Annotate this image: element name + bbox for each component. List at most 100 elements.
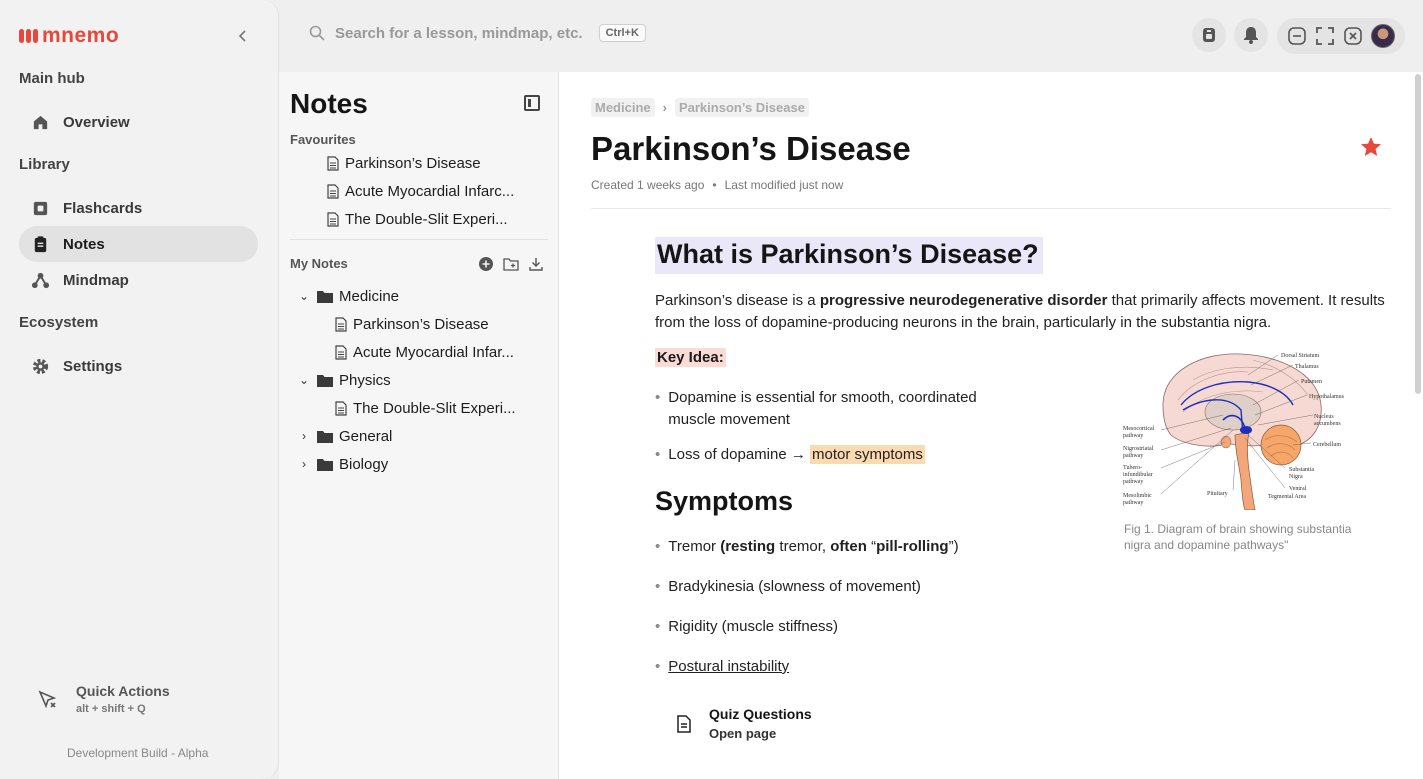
label-mesolimbic: Mesolimbic (1123, 493, 1152, 499)
chevron-down-icon[interactable]: ⌄ (297, 289, 311, 303)
notifications-button[interactable] (1234, 18, 1268, 52)
list-item[interactable]: • Postural instability (655, 656, 789, 678)
favourite-item[interactable]: The Double-Slit Experi... (327, 205, 527, 233)
intro-paragraph[interactable]: Parkinson’s disease is a progressive neu… (655, 290, 1385, 334)
favourite-item[interactable]: Parkinson’s Disease (327, 149, 527, 177)
chevron-right-icon[interactable]: › (297, 457, 311, 471)
my-notes-label: My Notes (290, 256, 348, 271)
close-icon[interactable] (1343, 26, 1363, 46)
document-view: Medicine › Parkinson’s Disease Parkinson… (559, 72, 1423, 779)
my-notes-actions (478, 256, 544, 272)
text-run: tremor, (775, 538, 831, 555)
search-input[interactable]: Search for a lesson, mindmap, etc. (335, 25, 583, 42)
search-bar[interactable]: Search for a lesson, mindmap, etc. Ctrl+… (309, 24, 646, 42)
fullscreen-icon[interactable] (1315, 26, 1335, 46)
note-item[interactable]: Acute Myocardial Infar... (335, 338, 535, 366)
quick-actions[interactable]: Quick Actions alt + shift + Q (36, 683, 170, 715)
section-ecosystem: Ecosystem (19, 314, 99, 331)
sidebar-item-label: Settings (63, 357, 123, 375)
heading-symptoms[interactable]: Symptoms (655, 486, 793, 517)
brain-diagram-figure[interactable]: Dorsal Striatum Thalamus Putamen Hypotha… (1123, 350, 1359, 510)
text-run: “ (866, 538, 877, 555)
minimize-icon[interactable] (1287, 26, 1307, 46)
text-run: Tremor (668, 538, 721, 555)
figure-caption: Fig 1. Diagram of brain showing substant… (1124, 522, 1352, 552)
collapse-sidebar-button[interactable] (232, 25, 254, 47)
gear-icon (32, 358, 49, 374)
sidebar-item-label: Flashcards (63, 199, 143, 217)
document-icon (335, 400, 347, 416)
list-item[interactable]: • Rigidity (muscle stiffness) (655, 616, 838, 638)
quick-actions-shortcut: alt + shift + Q (76, 703, 146, 715)
key-idea-label[interactable]: Key Idea: (655, 348, 726, 367)
document-icon (335, 344, 347, 360)
app-logo[interactable]: mnemo (19, 24, 119, 48)
breadcrumb-item[interactable]: Parkinson’s Disease (674, 98, 809, 117)
flashcard-icon (33, 201, 48, 215)
label-thalamus: Thalamus (1295, 364, 1319, 370)
window-controls (1277, 18, 1405, 54)
panel-toggle-icon[interactable] (524, 95, 540, 111)
list-item-text: Loss of dopamine → motor symptoms (668, 444, 925, 466)
download-icon[interactable] (528, 256, 544, 272)
label-nigrostriatal: Nigrostriatal (1123, 446, 1154, 452)
folder-medicine[interactable]: ⌄ Medicine (297, 282, 537, 310)
list-item-link[interactable]: Postural instability (668, 656, 789, 678)
avatar[interactable] (1371, 24, 1395, 48)
sidebar-item-flashcards[interactable]: Flashcards (19, 190, 258, 226)
text-run: Loss of dopamine → (668, 446, 811, 463)
motor-symptoms-highlight: motor symptoms (810, 445, 925, 464)
search-icon (309, 25, 325, 41)
label-hypothalamus: Hypothalamus (1309, 394, 1345, 400)
list-item[interactable]: • Loss of dopamine → motor symptoms (655, 444, 925, 466)
document-meta: Created 1 weeks ago • Last modified just… (591, 178, 843, 192)
notes-panel-title: Notes (290, 88, 368, 119)
list-item-text: Rigidity (muscle stiffness) (668, 618, 839, 635)
quiz-subtitle: Open page (709, 726, 777, 741)
sidebar-item-mindmap[interactable]: Mindmap (19, 262, 258, 298)
folder-biology[interactable]: › Biology (297, 450, 537, 478)
text-run-bold: often (830, 538, 867, 555)
page-title[interactable]: Parkinson’s Disease (591, 130, 911, 168)
add-note-icon[interactable] (478, 256, 494, 272)
scrollbar[interactable] (1415, 74, 1421, 394)
favourite-item[interactable]: Acute Myocardial Infarc... (327, 177, 527, 205)
label-pituitary: Pituitary (1207, 491, 1228, 497)
folder-icon (317, 458, 333, 471)
folder-general[interactable]: › General (297, 422, 537, 450)
note-item[interactable]: The Double-Slit Experi... (335, 394, 535, 422)
chevron-right-icon[interactable]: › (297, 429, 311, 443)
sidebar-item-overview[interactable]: Overview (19, 104, 258, 140)
chevron-down-icon[interactable]: ⌄ (297, 373, 311, 387)
sidebar-item-settings[interactable]: Settings (19, 348, 258, 384)
breadcrumb-item[interactable]: Medicine (591, 98, 655, 117)
heading-what-is[interactable]: What is Parkinson’s Disease? (655, 237, 1043, 274)
chevron-left-icon (238, 30, 246, 42)
sidebar: mnemo Main hub Overview Library Flashcar… (0, 0, 279, 779)
sidebar-item-label: Notes (63, 235, 105, 253)
star-icon[interactable] (1359, 135, 1383, 159)
folder-physics[interactable]: ⌄ Physics (297, 366, 537, 394)
list-item-text: Tremor (resting tremor, often “pill-roll… (668, 536, 958, 558)
bullet-dot: • (655, 389, 661, 406)
note-item[interactable]: Parkinson’s Disease (335, 310, 535, 338)
list-item[interactable]: • Tremor (resting tremor, often “pill-ro… (655, 536, 959, 558)
mindmap-icon (31, 272, 50, 288)
bell-icon (1244, 27, 1258, 44)
quiz-page-link[interactable]: Quiz Questions Open page (677, 706, 812, 741)
breadcrumb-separator: › (662, 100, 667, 115)
new-folder-icon[interactable] (503, 256, 519, 272)
device-button[interactable] (1192, 18, 1226, 52)
list-item-text: Bradykinesia (slowness of movement) (668, 578, 921, 595)
build-label: Development Build - Alpha (67, 746, 209, 760)
document-icon (327, 155, 339, 171)
list-item[interactable]: • Dopamine is essential for smooth, coor… (655, 387, 1015, 431)
document-icon (677, 715, 691, 733)
home-icon (33, 115, 48, 129)
text-run-bold: (resting (720, 538, 776, 555)
folder-icon (317, 374, 333, 387)
sidebar-item-notes[interactable]: Notes (19, 226, 258, 262)
text-run: Parkinson’s disease is a (655, 292, 820, 309)
quiz-title: Quiz Questions (709, 706, 812, 722)
list-item[interactable]: • Bradykinesia (slowness of movement) (655, 576, 921, 598)
